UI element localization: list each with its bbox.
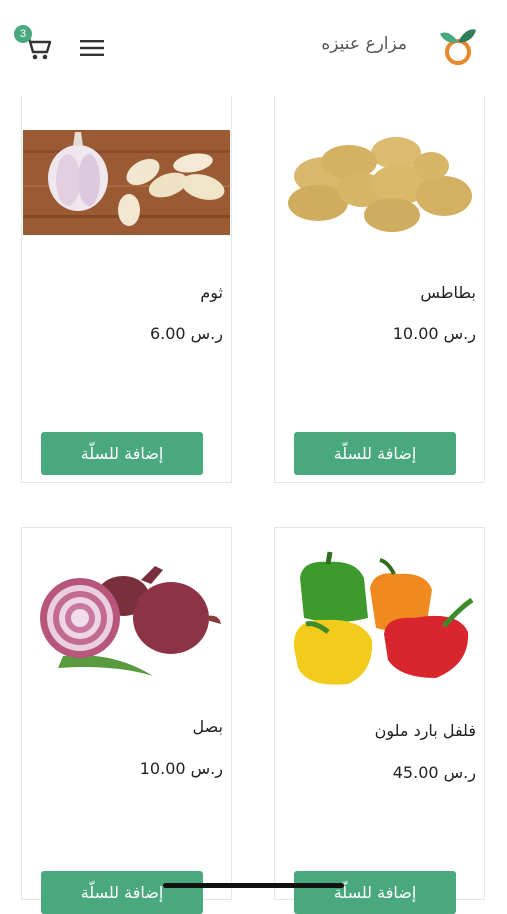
product-card-onion[interactable]: بصل ر.س 10.00 إضافة للسلّة	[21, 527, 232, 914]
product-name: بصل	[192, 717, 223, 736]
menu-icon[interactable]	[79, 38, 105, 58]
cart-count-badge: 3	[14, 25, 32, 43]
product-card-potatoes[interactable]: بطاطس ر.س 10.00 إضافة للسلّة	[274, 96, 485, 483]
home-indicator[interactable]	[163, 883, 344, 888]
app-header: 3 مزارع عنيزه	[0, 0, 507, 96]
farm-logo-icon	[436, 24, 480, 68]
product-card-garlic[interactable]: ثوم ر.س 6.00 إضافة للسلّة	[21, 96, 232, 483]
product-image-potatoes	[276, 126, 483, 241]
add-to-cart-button[interactable]: إضافة للسلّة	[41, 432, 203, 475]
product-image-onion	[23, 556, 230, 681]
product-card-peppers[interactable]: فلفل بارد ملون ر.س 45.00 إضافة للسلّة	[274, 527, 485, 914]
product-price: ر.س 10.00	[392, 324, 476, 343]
product-name: بطاطس	[420, 283, 476, 302]
product-name: فلفل بارد ملون	[374, 721, 476, 740]
product-image-peppers	[276, 548, 483, 688]
product-image-garlic	[23, 130, 230, 235]
product-price: ر.س 45.00	[392, 763, 476, 782]
add-to-cart-button[interactable]: إضافة للسلّة	[294, 871, 456, 914]
brand-name: مزارع عنيزه	[321, 34, 407, 54]
product-price: ر.س 6.00	[149, 324, 223, 343]
add-to-cart-button[interactable]: إضافة للسلّة	[294, 432, 456, 475]
add-to-cart-button[interactable]: إضافة للسلّة	[41, 871, 203, 914]
product-price: ر.س 10.00	[139, 759, 223, 778]
product-name: ثوم	[200, 283, 223, 302]
